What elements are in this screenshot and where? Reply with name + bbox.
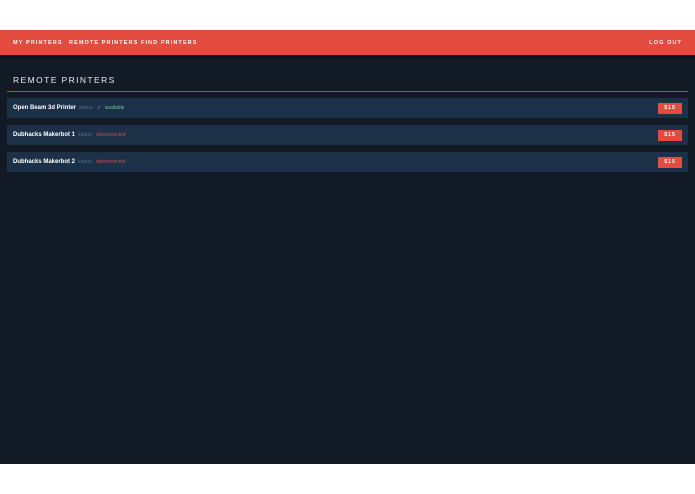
status-value: disconnected: [96, 159, 126, 165]
logout-link[interactable]: LOG OUT: [649, 30, 682, 55]
printer-name: Open Beam 3d Printer: [13, 105, 77, 111]
printer-status: status: disconnected: [78, 125, 126, 146]
app-window: MY PRINTERS REMOTE PRINTERS FIND PRINTER…: [0, 30, 695, 464]
navbar-shadow: [0, 55, 695, 58]
page-title: REMOTE PRINTERS: [13, 75, 116, 85]
price-button[interactable]: $15: [658, 130, 682, 141]
price-button[interactable]: $15: [658, 103, 682, 114]
nav-find-printers[interactable]: FIND PRINTERS: [141, 30, 197, 55]
status-value: available: [104, 105, 125, 111]
status-label: status:: [79, 105, 94, 111]
top-navbar: MY PRINTERS REMOTE PRINTERS FIND PRINTER…: [0, 30, 695, 55]
nav-remote-printers[interactable]: REMOTE PRINTERS: [69, 30, 138, 55]
printer-name: Dubhacks Makerbot 2: [13, 159, 76, 165]
status-label: status:: [78, 132, 93, 138]
printer-name: Dubhacks Makerbot 1: [13, 132, 76, 138]
title-divider: [7, 91, 688, 92]
price-button[interactable]: $15: [658, 157, 682, 168]
printer-row[interactable]: Dubhacks Makerbot 2 status: disconnected…: [7, 152, 688, 172]
printer-status: status: ✓ available: [79, 98, 124, 119]
printer-row[interactable]: Dubhacks Makerbot 1 status: disconnected…: [7, 125, 688, 145]
status-label: status:: [78, 159, 93, 165]
printer-row[interactable]: Open Beam 3d Printer status: ✓ available…: [7, 98, 688, 118]
check-icon: ✓: [97, 105, 102, 111]
nav-my-printers[interactable]: MY PRINTERS: [13, 30, 63, 55]
status-value: disconnected: [96, 132, 126, 138]
printer-status: status: disconnected: [78, 152, 126, 173]
